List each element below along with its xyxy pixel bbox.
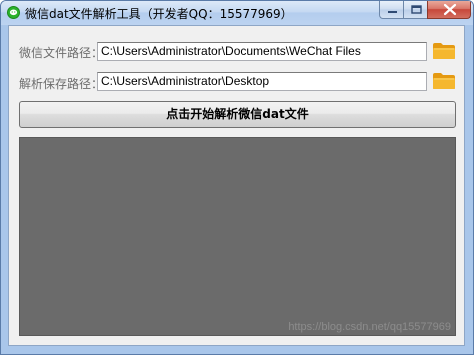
client-area: 微信文件路径： C:\Users\Administrator\Documents… xyxy=(8,25,465,346)
save-path-label: 解析保存路径： xyxy=(19,77,104,91)
minimize-icon xyxy=(388,11,397,13)
maximize-button[interactable] xyxy=(403,1,428,19)
folder-icon[interactable] xyxy=(432,42,456,60)
minimize-button[interactable] xyxy=(379,1,404,19)
folder-icon[interactable] xyxy=(432,72,456,90)
window-title: 微信dat文件解析工具（开发者QQ：15577969） xyxy=(25,7,293,21)
app-window: 微信dat文件解析工具（开发者QQ：15577969） 微信文件路径： C:\U… xyxy=(0,0,474,355)
close-icon xyxy=(443,3,457,16)
save-path-field[interactable]: C:\Users\Administrator\Desktop xyxy=(97,72,427,91)
wechat-icon xyxy=(7,6,20,19)
maximize-icon xyxy=(411,5,422,14)
watermark: https://blog.csdn.net/qq15577969 xyxy=(288,321,451,333)
source-path-field[interactable]: C:\Users\Administrator\Documents\WeChat … xyxy=(97,42,427,61)
close-button[interactable] xyxy=(427,1,471,19)
title-bar[interactable]: 微信dat文件解析工具（开发者QQ：15577969） xyxy=(1,1,473,25)
start-parse-button[interactable]: 点击开始解析微信dat文件 xyxy=(19,101,456,128)
source-path-label: 微信文件路径： xyxy=(19,46,104,60)
output-panel: https://blog.csdn.net/qq15577969 xyxy=(19,137,456,336)
